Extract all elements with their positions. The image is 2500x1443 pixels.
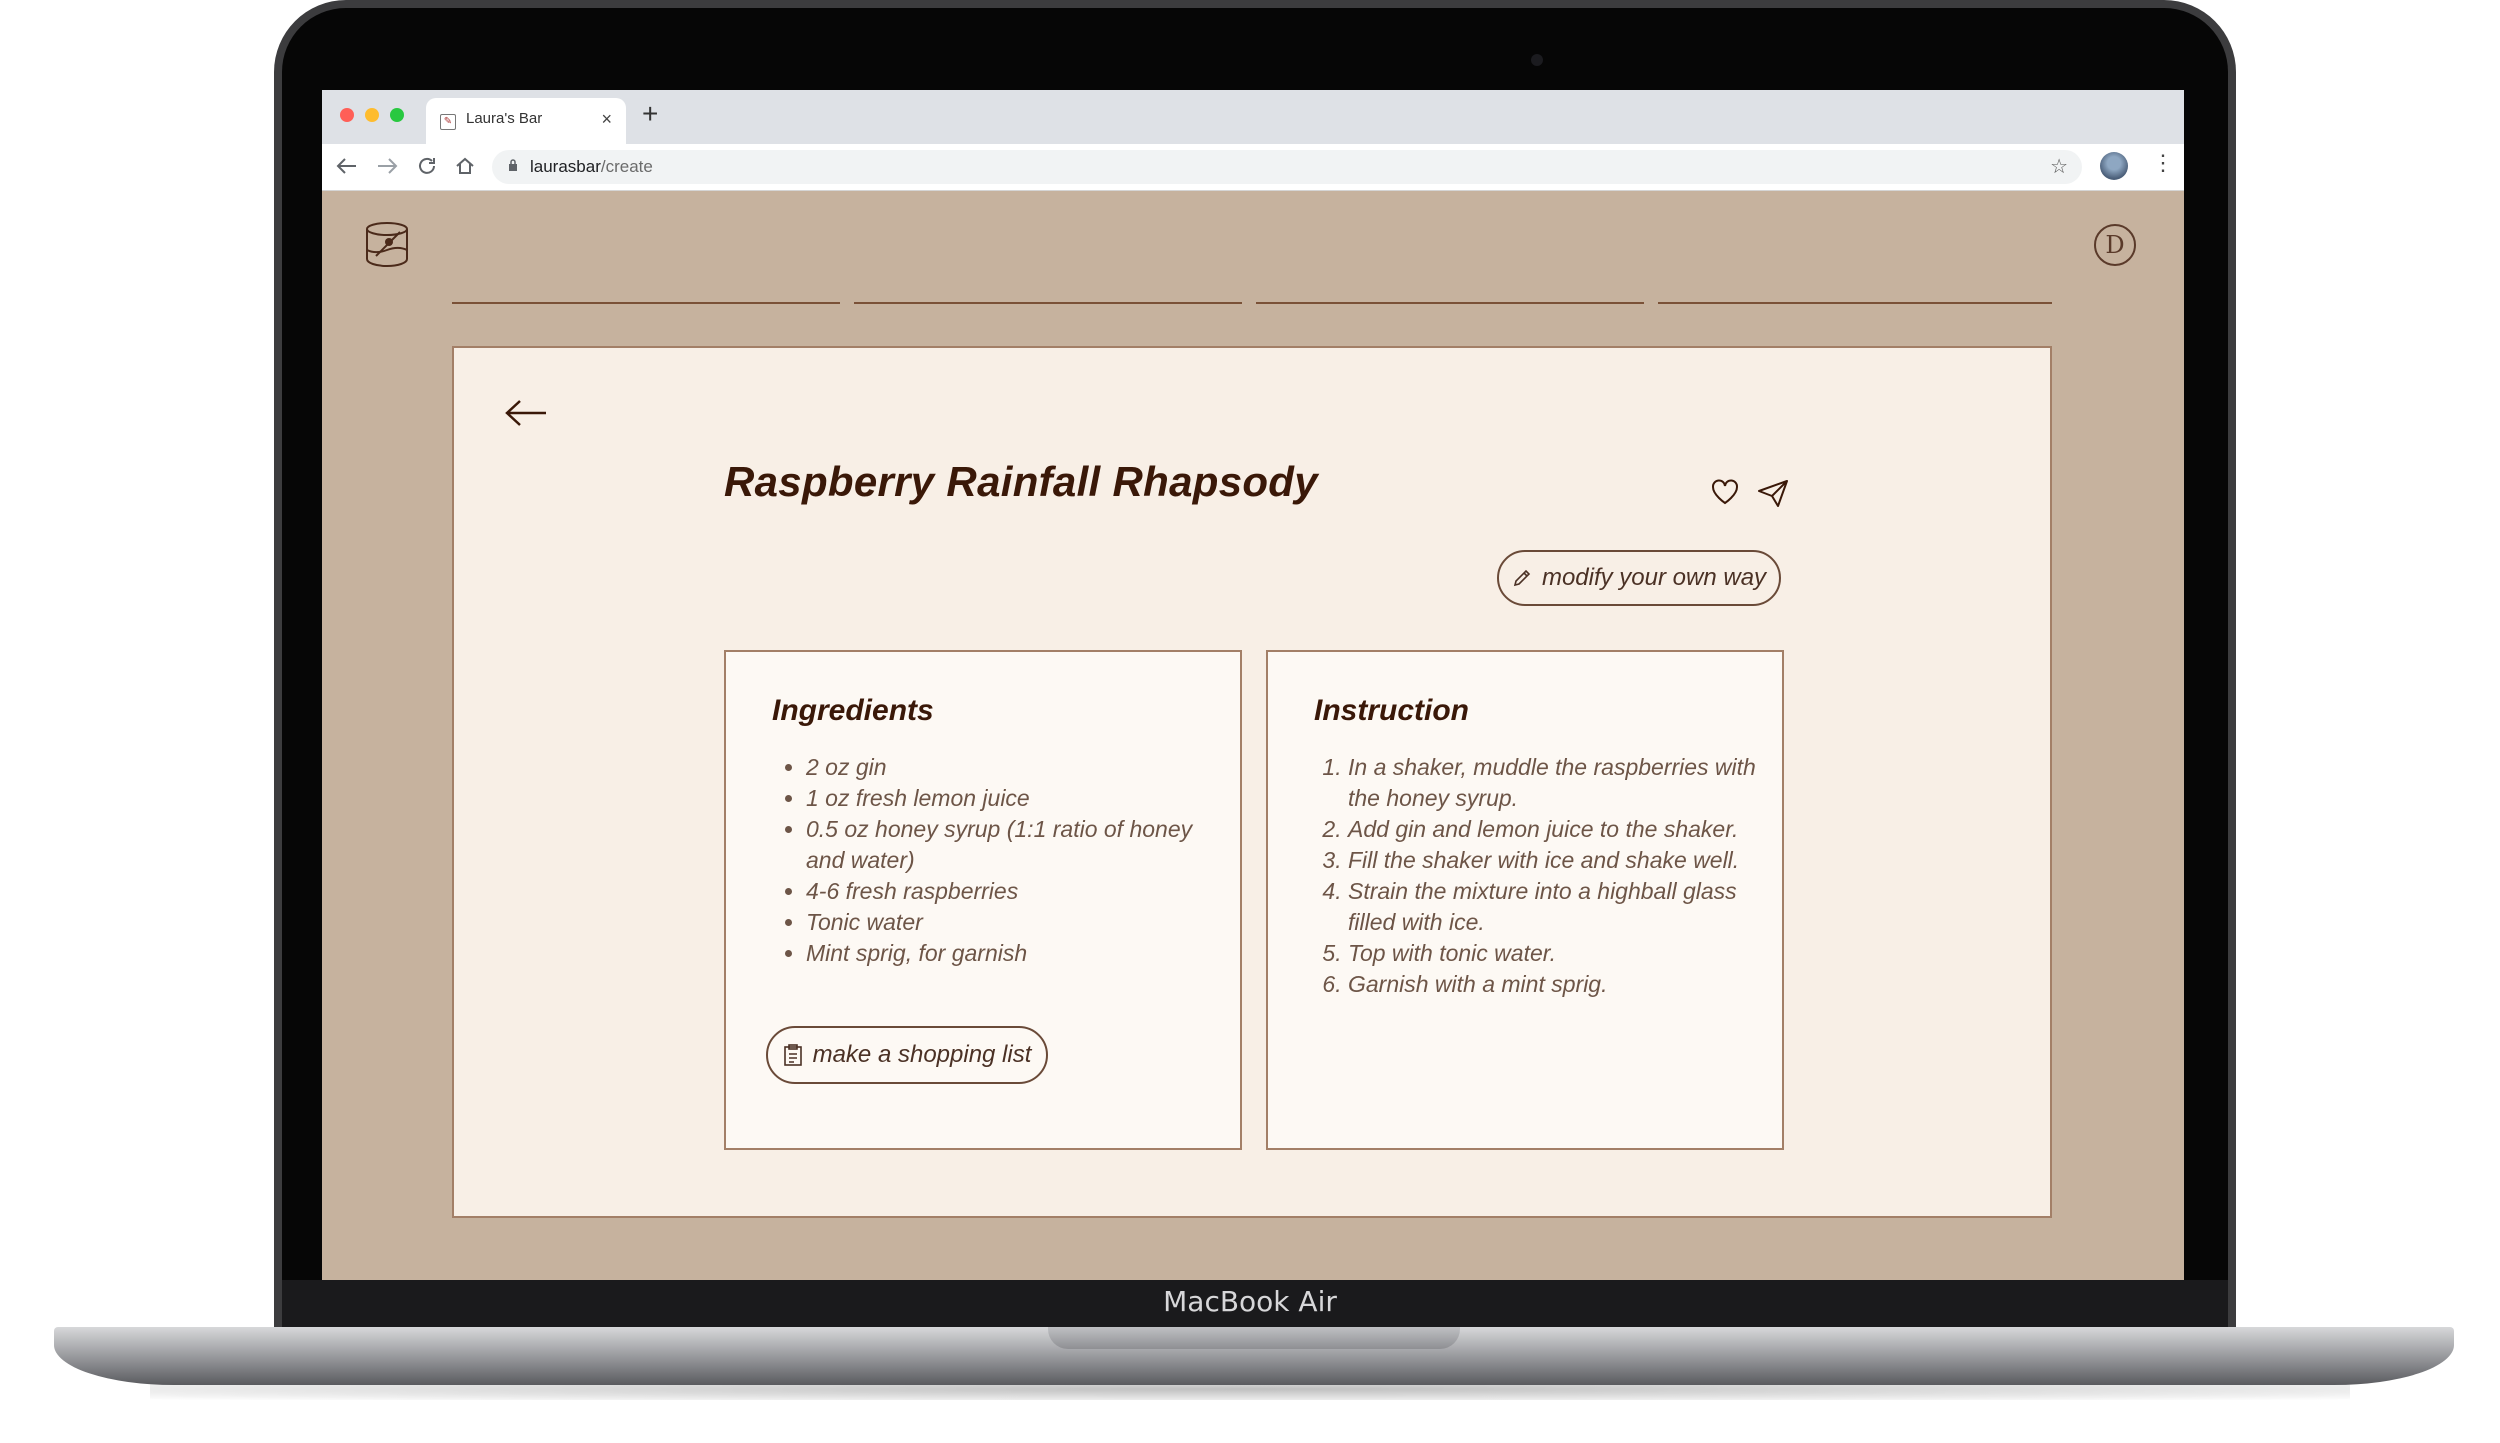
instruction-step: Strain the mixture into a highball glass… bbox=[1348, 876, 1768, 938]
back-arrow-icon[interactable] bbox=[504, 398, 548, 428]
heart-icon[interactable] bbox=[1710, 478, 1740, 506]
nav-tab-2[interactable] bbox=[854, 302, 1242, 304]
instruction-panel: Instruction In a shaker, muddle the rasp… bbox=[1266, 650, 1784, 1150]
back-icon[interactable] bbox=[336, 156, 358, 176]
tab-favicon-icon: ✎ bbox=[440, 114, 456, 130]
window-close-button[interactable] bbox=[340, 108, 354, 122]
modify-button-label: modify your own way bbox=[1541, 564, 1767, 591]
profile-avatar[interactable] bbox=[2100, 152, 2128, 180]
bookmark-star-icon[interactable]: ☆ bbox=[2050, 154, 2068, 179]
recipe-card: Raspberry Rainfall Rhapsody modify your … bbox=[452, 346, 2052, 1218]
lock-icon bbox=[509, 159, 517, 171]
url-host: laurasbar bbox=[530, 157, 601, 176]
ingredient-item: Tonic water bbox=[806, 907, 1226, 938]
tab-title: Laura's Bar bbox=[466, 110, 543, 127]
nav-tab-4[interactable] bbox=[1658, 302, 2052, 304]
forward-icon[interactable] bbox=[376, 156, 398, 176]
logo-icon[interactable] bbox=[364, 220, 410, 270]
instruction-step: Garnish with a mint sprig. bbox=[1348, 969, 1768, 1000]
ingredient-item: 2 oz gin bbox=[806, 752, 1226, 783]
laptop-notch bbox=[1048, 1327, 1460, 1349]
ingredient-item: 0.5 oz honey syrup (1:1 ratio of honey a… bbox=[806, 814, 1226, 876]
home-icon[interactable] bbox=[454, 155, 476, 177]
ingredients-panel: Ingredients 2 oz gin 1 oz fresh lemon ju… bbox=[724, 650, 1242, 1150]
url-path: /create bbox=[600, 157, 653, 176]
address-bar[interactable]: laurasbar/create ☆ bbox=[492, 150, 2082, 184]
tab-close-icon[interactable]: × bbox=[601, 109, 612, 130]
instruction-list: In a shaker, muddle the raspberries with… bbox=[1314, 752, 1768, 1000]
ingredient-item: Mint sprig, for garnish bbox=[806, 938, 1226, 969]
ingredient-item: 1 oz fresh lemon juice bbox=[806, 783, 1226, 814]
ingredients-list: 2 oz gin 1 oz fresh lemon juice 0.5 oz h… bbox=[772, 752, 1226, 969]
camera bbox=[1531, 54, 1543, 66]
browser-tab-bar: ✎ Laura's Bar × + bbox=[322, 90, 2184, 144]
nav-tab-3[interactable] bbox=[1256, 302, 1644, 304]
ingredients-heading: Ingredients bbox=[772, 694, 934, 727]
window-zoom-button[interactable] bbox=[390, 108, 404, 122]
reload-icon[interactable] bbox=[416, 155, 438, 177]
window-minimize-button[interactable] bbox=[365, 108, 379, 122]
url-text: laurasbar/create bbox=[530, 157, 653, 177]
instruction-step: In a shaker, muddle the raspberries with… bbox=[1348, 752, 1768, 814]
instruction-step: Fill the shaker with ice and shake well. bbox=[1348, 845, 1768, 876]
clipboard-icon bbox=[783, 1044, 802, 1066]
modify-button[interactable]: modify your own way bbox=[1497, 550, 1781, 606]
browser-toolbar: laurasbar/create ☆ ⋮ bbox=[322, 144, 2184, 191]
ingredient-item: 4-6 fresh raspberries bbox=[806, 876, 1226, 907]
new-tab-button[interactable]: + bbox=[642, 98, 658, 130]
browser-tab[interactable]: ✎ Laura's Bar × bbox=[426, 98, 626, 144]
pencil-icon bbox=[1513, 569, 1531, 587]
menu-icon[interactable]: ⋮ bbox=[2152, 150, 2174, 176]
instruction-step: Top with tonic water. bbox=[1348, 938, 1768, 969]
recipe-title: Raspberry Rainfall Rhapsody bbox=[724, 458, 1318, 505]
shopping-list-label: make a shopping list bbox=[812, 1041, 1032, 1068]
device-brand-label: MacBook Air bbox=[1163, 1285, 1337, 1318]
send-icon[interactable] bbox=[1757, 478, 1789, 508]
screen: ✎ Laura's Bar × + laurasbar/create ☆ ⋮ D bbox=[322, 90, 2184, 1280]
instruction-heading: Instruction bbox=[1314, 694, 1469, 727]
user-profile-icon[interactable]: D bbox=[2094, 224, 2136, 266]
nav-tab-1[interactable] bbox=[452, 302, 840, 304]
instruction-step: Add gin and lemon juice to the shaker. bbox=[1348, 814, 1768, 845]
shopping-list-button[interactable]: make a shopping list bbox=[766, 1026, 1048, 1084]
